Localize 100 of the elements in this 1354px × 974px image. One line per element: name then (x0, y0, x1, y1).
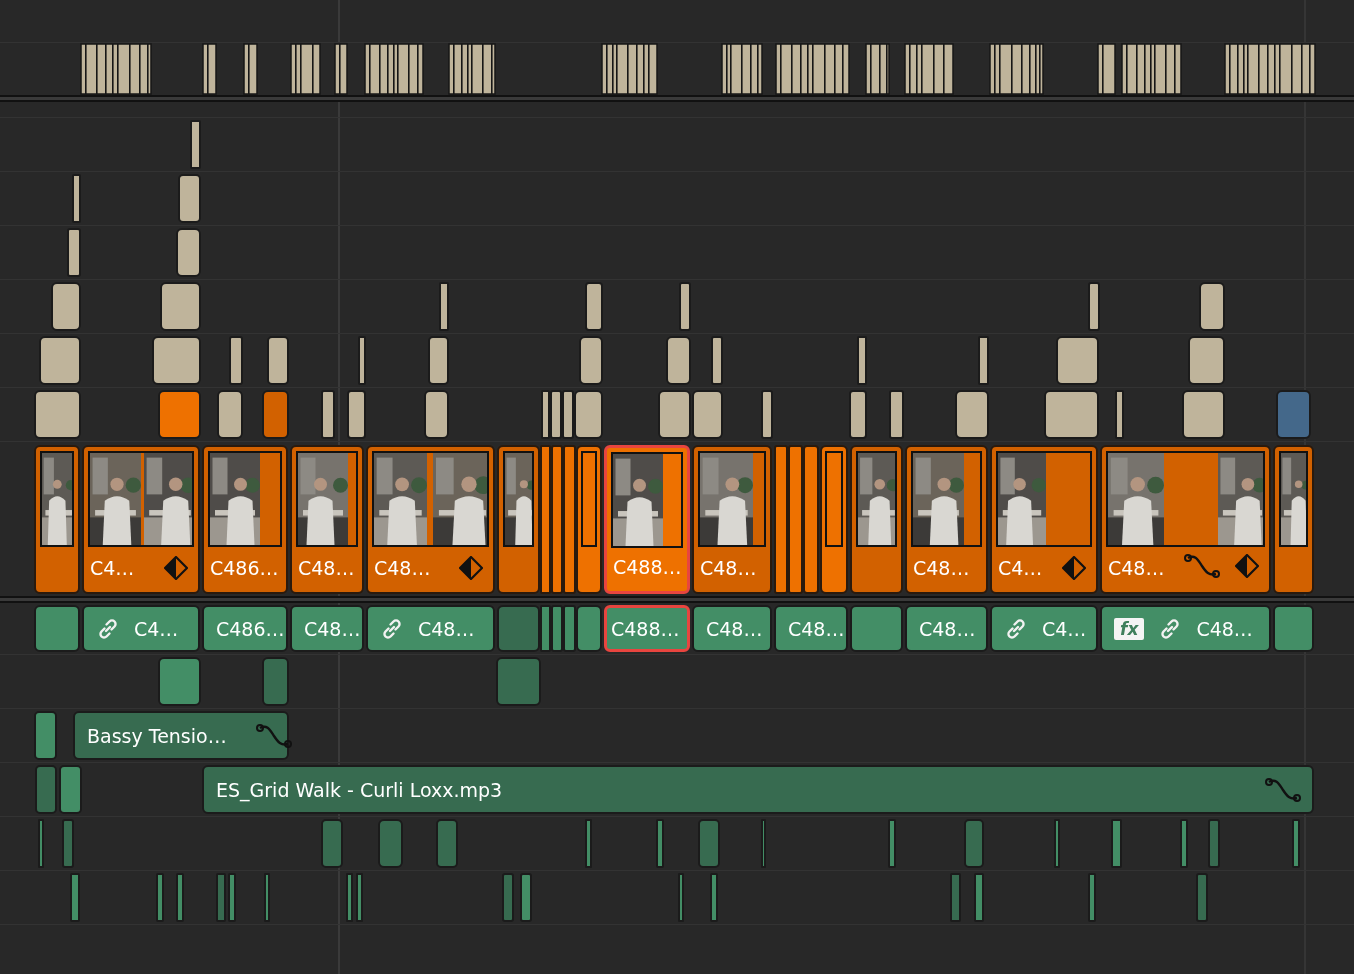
video-clip[interactable] (428, 336, 449, 385)
audio-clip[interactable] (502, 873, 514, 922)
video-clip[interactable] (666, 336, 691, 385)
video-clip[interactable] (978, 336, 989, 385)
audio-clip[interactable] (264, 873, 270, 922)
video-clip[interactable] (152, 336, 201, 385)
video-clip[interactable] (178, 174, 201, 223)
audio-clip[interactable]: fx C48… (1100, 605, 1271, 652)
video-clip[interactable] (34, 445, 80, 594)
video-clip[interactable]: C4… (82, 445, 200, 594)
video-clip[interactable] (72, 174, 81, 223)
audio-clip[interactable] (585, 819, 592, 868)
audio-clip[interactable] (158, 657, 201, 706)
audio-clip[interactable]: C48… (366, 605, 495, 652)
audio-clip[interactable] (436, 819, 458, 868)
video-clip[interactable] (761, 390, 773, 439)
video-clip[interactable] (541, 390, 550, 439)
audio-clip[interactable] (1292, 819, 1300, 868)
audio-clip[interactable] (346, 873, 353, 922)
audio-clip[interactable] (321, 819, 343, 868)
video-clip[interactable] (34, 390, 81, 439)
audio-clip[interactable] (563, 605, 576, 652)
video-clip[interactable] (267, 336, 289, 385)
audio-clip[interactable] (678, 873, 684, 922)
audio-clip[interactable] (262, 657, 289, 706)
audio-clip[interactable] (964, 819, 984, 868)
audio-clip[interactable]: ES_Grid Walk - Curli Loxx.mp3 (202, 765, 1314, 814)
audio-clip[interactable] (1273, 605, 1314, 652)
video-clip[interactable] (850, 445, 903, 594)
audio-clip[interactable]: C486… (202, 605, 288, 652)
audio-clip[interactable] (378, 819, 403, 868)
video-clip[interactable] (347, 390, 366, 439)
video-clip[interactable]: C48… (1100, 445, 1271, 594)
audio-clip[interactable] (34, 711, 57, 760)
video-clip[interactable] (67, 228, 81, 277)
audio-clip[interactable] (540, 605, 551, 652)
audio-clip[interactable] (698, 819, 720, 868)
video-clip[interactable]: C4… (990, 445, 1098, 594)
video-clip[interactable] (576, 445, 602, 594)
video-clip[interactable] (585, 282, 603, 331)
video-clip[interactable] (176, 228, 201, 277)
audio-clip[interactable] (1208, 819, 1220, 868)
audio-clip[interactable]: C48… (692, 605, 772, 652)
video-clip[interactable] (540, 445, 551, 594)
video-clip[interactable] (321, 390, 335, 439)
video-clip[interactable] (1273, 445, 1314, 594)
video-clip[interactable] (158, 390, 201, 439)
audio-clip[interactable] (1196, 873, 1208, 922)
audio-clip[interactable] (59, 765, 82, 814)
audio-clip[interactable]: C4… (990, 605, 1098, 652)
audio-clip[interactable]: C4… (82, 605, 200, 652)
audio-clip[interactable] (216, 873, 226, 922)
video-clip[interactable] (551, 445, 563, 594)
audio-clip[interactable] (1180, 819, 1188, 868)
video-clip[interactable] (774, 445, 788, 594)
audio-clip[interactable] (1088, 873, 1096, 922)
audio-clip[interactable] (62, 819, 74, 868)
audio-clip[interactable] (497, 605, 540, 652)
audio-clip[interactable] (950, 873, 961, 922)
video-clip[interactable] (1088, 282, 1100, 331)
video-clip[interactable] (711, 336, 723, 385)
audio-clip[interactable] (761, 819, 766, 868)
video-clip[interactable] (1056, 336, 1099, 385)
video-clip[interactable] (1276, 390, 1311, 439)
audio-clip[interactable] (974, 873, 984, 922)
video-clip[interactable] (497, 445, 540, 594)
video-clip[interactable]: C488… (604, 445, 690, 594)
video-clip[interactable] (955, 390, 989, 439)
audio-clip[interactable]: C48… (774, 605, 848, 652)
video-clip[interactable]: C48… (290, 445, 364, 594)
video-clip[interactable] (1115, 390, 1124, 439)
audio-clip[interactable] (1111, 819, 1122, 868)
video-clip[interactable]: C486… (202, 445, 288, 594)
audio-clip[interactable] (656, 819, 664, 868)
audio-clip[interactable] (34, 605, 80, 652)
video-clip[interactable] (658, 390, 691, 439)
audio-clip[interactable]: C48… (290, 605, 364, 652)
audio-clip[interactable] (176, 873, 184, 922)
video-clip[interactable] (563, 445, 576, 594)
video-clip[interactable] (229, 336, 243, 385)
video-clip[interactable] (579, 336, 603, 385)
audio-clip[interactable]: C488… (604, 605, 690, 652)
video-clip[interactable] (857, 336, 867, 385)
video-clip[interactable] (51, 282, 81, 331)
video-clip[interactable] (1182, 390, 1225, 439)
video-clip[interactable] (562, 390, 574, 439)
video-clip[interactable] (439, 282, 449, 331)
video-clip[interactable] (788, 445, 803, 594)
video-clip[interactable] (820, 445, 848, 594)
video-clip[interactable] (692, 390, 723, 439)
audio-clip[interactable] (710, 873, 718, 922)
audio-clip[interactable] (888, 819, 896, 868)
audio-clip[interactable] (228, 873, 236, 922)
audio-clip[interactable] (576, 605, 602, 652)
audio-clip[interactable] (850, 605, 903, 652)
video-clip[interactable] (1199, 282, 1225, 331)
video-clip[interactable] (889, 390, 904, 439)
audio-clip[interactable] (1054, 819, 1060, 868)
audio-clip[interactable] (551, 605, 563, 652)
audio-clip[interactable] (520, 873, 532, 922)
